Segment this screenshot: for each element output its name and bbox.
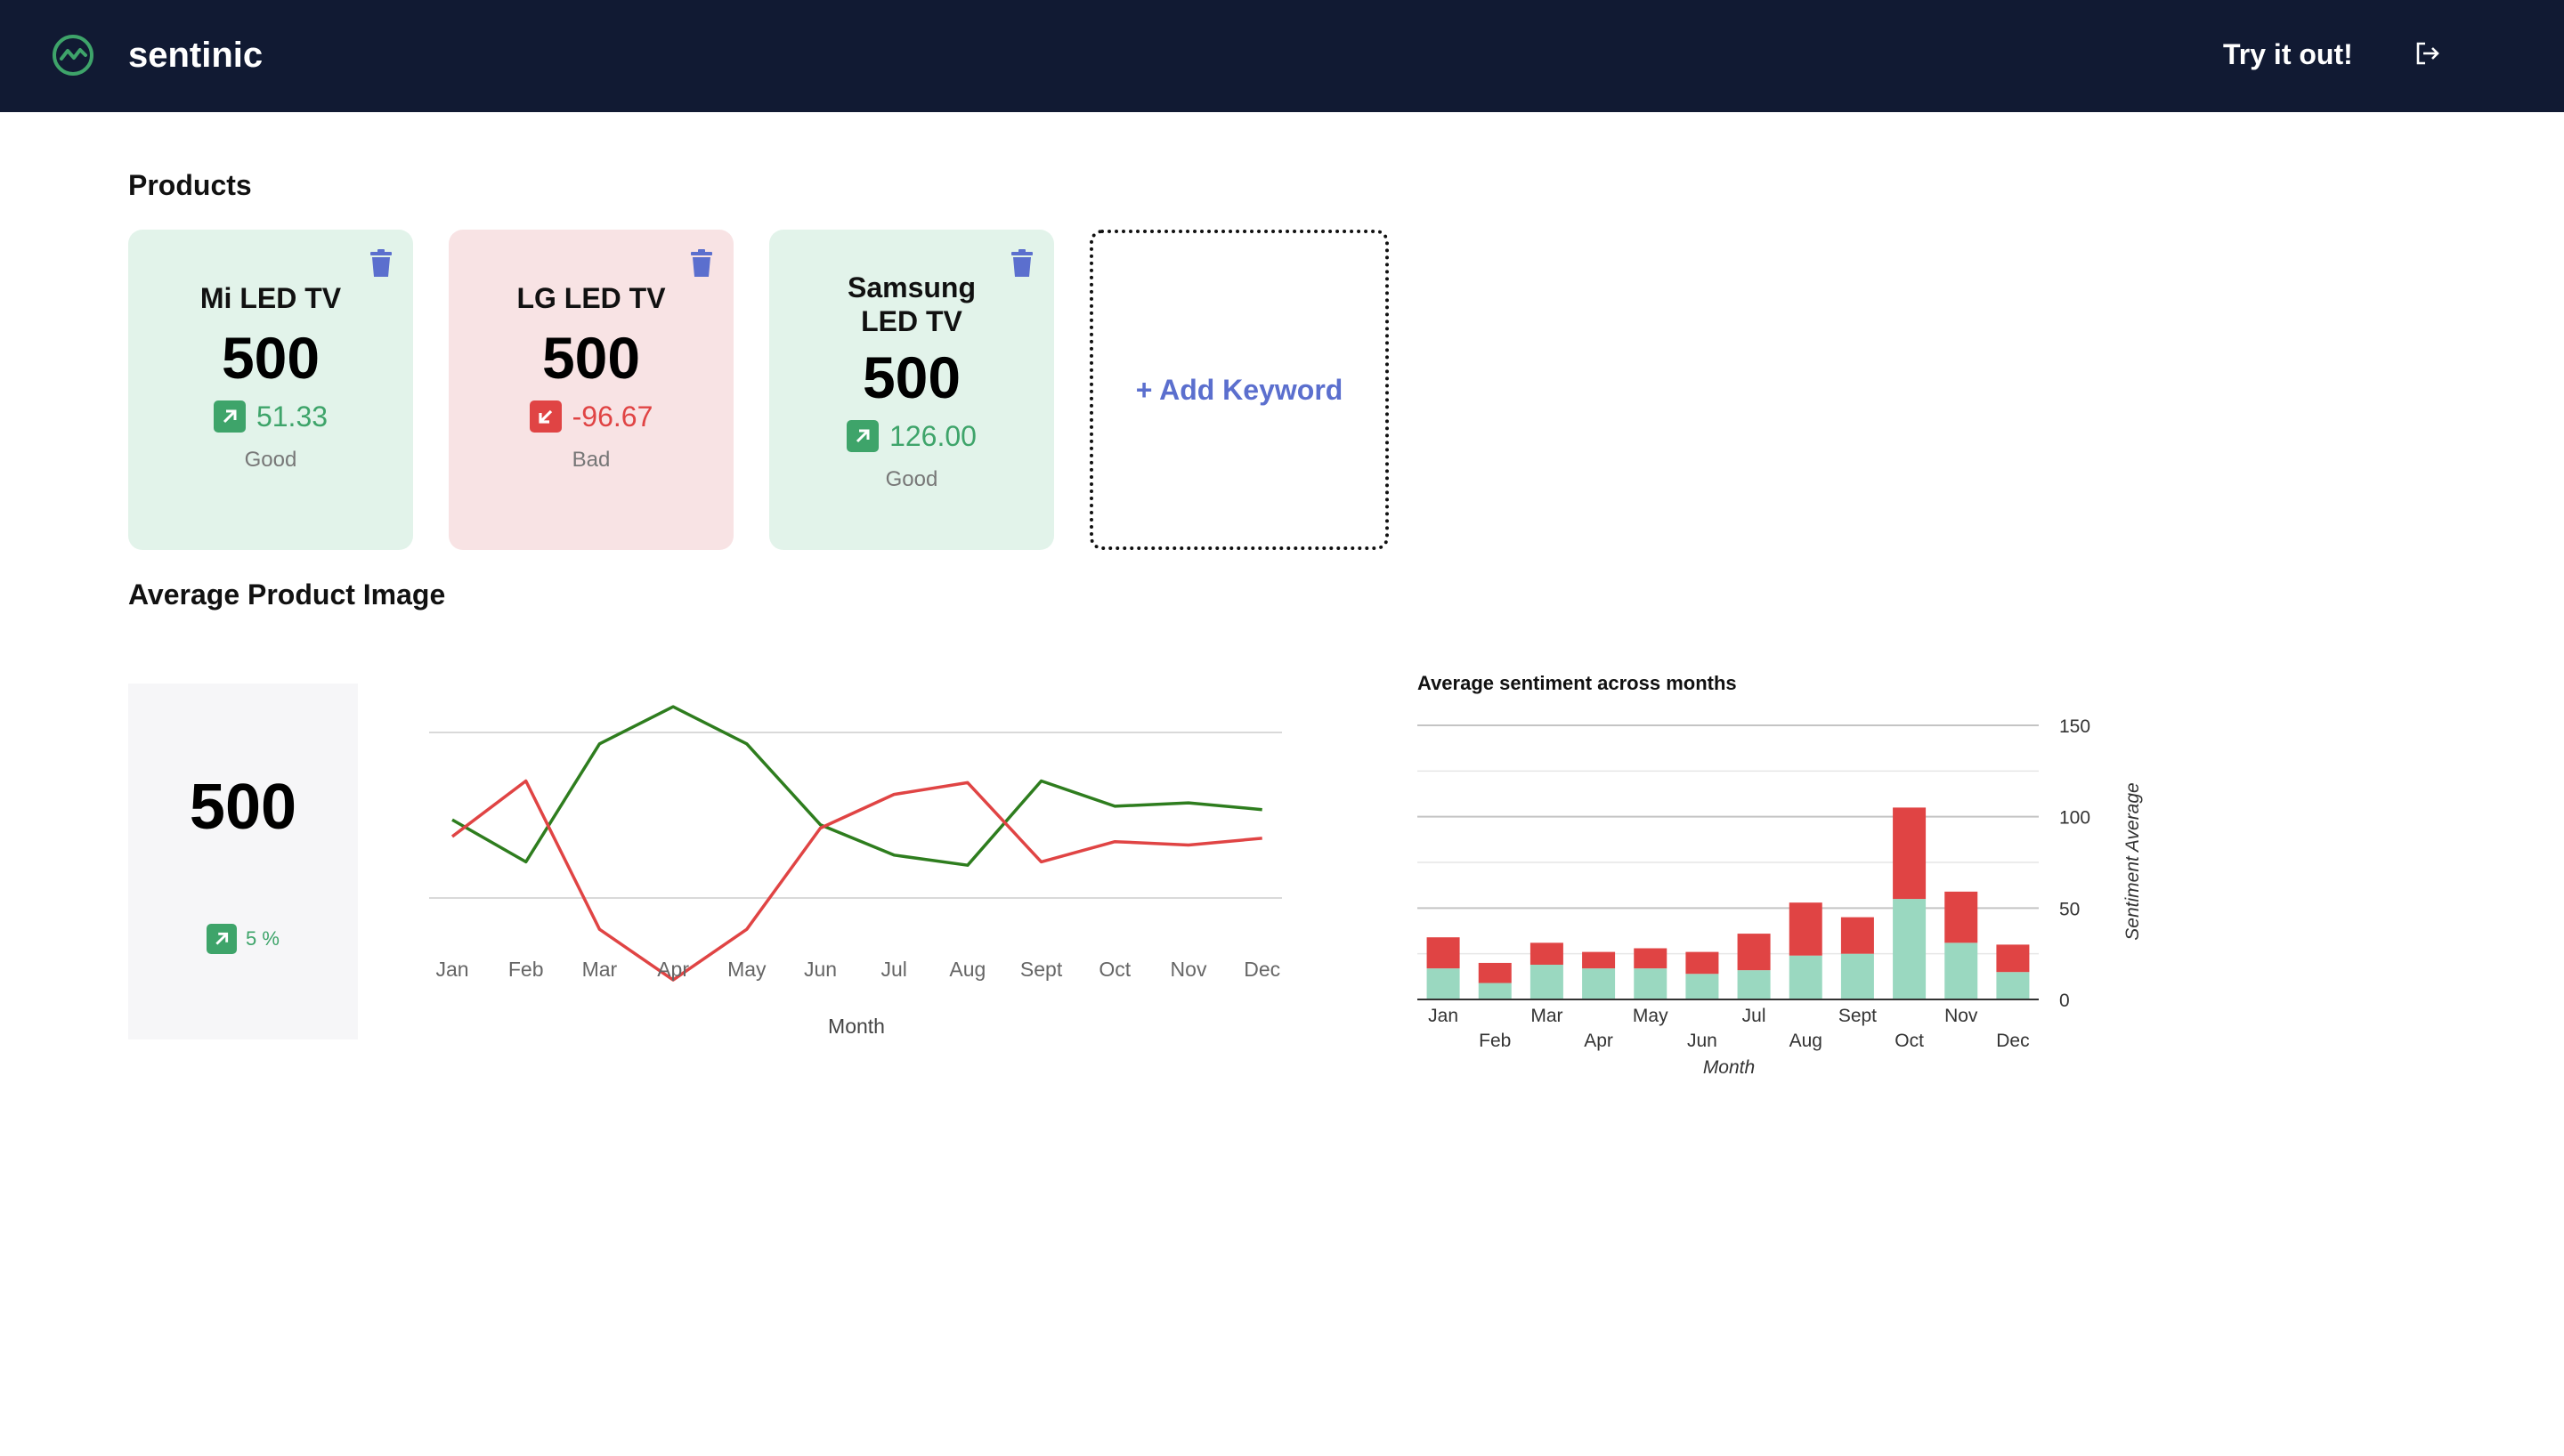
bar-segment-2 <box>1737 934 1771 971</box>
y-axis-title: Sentiment Average <box>2122 782 2143 940</box>
bar-segment-2 <box>1944 891 1978 943</box>
x-tick-label: Mar <box>582 958 618 981</box>
product-name: LG LED TV <box>516 282 666 314</box>
x-tick-label: May <box>1633 1006 1668 1026</box>
bar-chart-title: Average sentiment across months <box>1417 672 1737 694</box>
x-tick-label: Aug <box>949 958 986 981</box>
products-heading: Products <box>128 169 252 201</box>
arrow-up-right-icon <box>213 400 246 433</box>
x-tick-label: Feb <box>508 958 544 981</box>
product-sentiment-label: Good <box>885 467 938 491</box>
bar-segment-2 <box>1426 937 1460 969</box>
bar-segment-2 <box>1634 948 1667 969</box>
bar-segment-1 <box>1737 970 1771 999</box>
average-change-value: 5 % <box>246 927 280 950</box>
line-series-2 <box>450 779 1262 982</box>
x-axis-title: Month <box>1703 1057 1755 1078</box>
x-tick-label: Aug <box>1789 1031 1822 1051</box>
product-change: -96.67 <box>572 400 653 433</box>
x-tick-label: Oct <box>1895 1031 1924 1051</box>
product-sentiment-label: Good <box>244 448 297 472</box>
arrow-up-right-icon <box>207 924 238 954</box>
x-tick-label: Jun <box>1687 1031 1717 1051</box>
average-summary-box <box>128 684 358 1039</box>
bar-segment-2 <box>1529 942 1563 965</box>
product-change: 126.00 <box>889 420 977 452</box>
bar-segment-2 <box>1893 807 1927 900</box>
x-tick-label: Jan <box>435 958 468 981</box>
x-tick-label: Jan <box>1428 1006 1458 1026</box>
y-tick-label: 100 <box>2059 808 2090 829</box>
product-name: Mi LED TV <box>199 282 342 314</box>
bar-segment-1 <box>1634 968 1667 999</box>
trash-icon[interactable] <box>369 249 394 278</box>
bar-segment-2 <box>1840 917 1874 954</box>
average-product-image-heading: Average Product Image <box>128 578 446 611</box>
bar-segment-1 <box>1840 953 1874 999</box>
x-tick-label: Oct <box>1099 958 1131 981</box>
x-tick-label: Apr <box>657 958 689 981</box>
x-tick-label: Sept <box>1020 958 1063 981</box>
logout-icon[interactable] <box>2413 39 2441 68</box>
bar-segment-1 <box>1893 899 1927 999</box>
y-tick-label: 150 <box>2059 716 2090 737</box>
bar-segment-2 <box>1996 944 2030 973</box>
x-tick-label: Apr <box>1584 1031 1613 1051</box>
product-sentiment-label: Bad <box>572 448 611 472</box>
x-axis-title: Month <box>828 1015 885 1038</box>
top-navbar: sentinic Try it out! <box>0 0 2564 112</box>
trend-circle-icon[interactable] <box>50 32 96 78</box>
product-card[interactable]: Mi LED TV 500 51.33 Good <box>128 230 413 550</box>
product-count: 500 <box>862 344 961 410</box>
x-tick-label: May <box>727 958 767 981</box>
x-tick-label: Jun <box>804 958 837 981</box>
average-value: 500 <box>189 772 297 843</box>
x-tick-label: Jul <box>1742 1006 1766 1026</box>
arrow-up-right-icon <box>847 420 880 452</box>
bar-segment-1 <box>1789 955 1822 999</box>
brand-name[interactable]: sentinic <box>128 32 263 78</box>
product-change: 51.33 <box>256 400 329 433</box>
try-it-out-link[interactable]: Try it out! <box>2223 34 2353 75</box>
x-tick-label: Dec <box>1244 958 1280 981</box>
x-tick-label: Nov <box>1171 958 1207 981</box>
sentiment-line-chart: Jan Feb Mar Apr May Jun Jul Aug Sept Oct Nov Dec Mon… <box>429 705 1282 1038</box>
y-tick-label: 50 <box>2059 899 2080 919</box>
bar-segment-2 <box>1685 951 1719 975</box>
product-card[interactable]: LG LED TV 500 -96.67 Bad <box>449 230 734 550</box>
bar-segment-1 <box>1685 974 1719 999</box>
x-tick-label: Jul <box>880 958 906 981</box>
bar-segment-1 <box>1582 968 1616 999</box>
x-tick-label: Dec <box>1996 1031 2029 1051</box>
y-tick-label: 0 <box>2059 991 2070 1011</box>
bar-segment-1 <box>1944 942 1978 999</box>
bar-segment-2 <box>1789 902 1822 956</box>
bar-segment-2 <box>1582 951 1616 969</box>
trash-icon[interactable] <box>689 249 714 278</box>
bar-segment-1 <box>1529 964 1563 999</box>
x-tick-label: Feb <box>1479 1031 1511 1051</box>
sentiment-bar-chart: Average sentiment across months 0 50 100 150… <box>1417 672 2143 1078</box>
add-keyword-button[interactable]: + Add Keyword <box>1090 230 1389 550</box>
x-tick-label: Nov <box>1944 1006 1978 1026</box>
bar-segment-1 <box>1426 968 1460 999</box>
x-tick-label: Sept <box>1838 1006 1877 1026</box>
product-card[interactable]: Samsung LED TV 500 126.00 Good <box>769 230 1054 550</box>
x-tick-label: Mar <box>1530 1006 1562 1026</box>
bar-segment-1 <box>1478 983 1512 999</box>
bar-segment-2 <box>1478 962 1512 983</box>
bar-segment-1 <box>1996 972 2030 999</box>
average-change: 5 % <box>128 924 358 954</box>
arrow-down-left-icon <box>529 400 562 433</box>
product-name: Samsung LED TV <box>847 271 977 337</box>
product-count: 500 <box>541 325 641 391</box>
product-count: 500 <box>221 325 320 391</box>
